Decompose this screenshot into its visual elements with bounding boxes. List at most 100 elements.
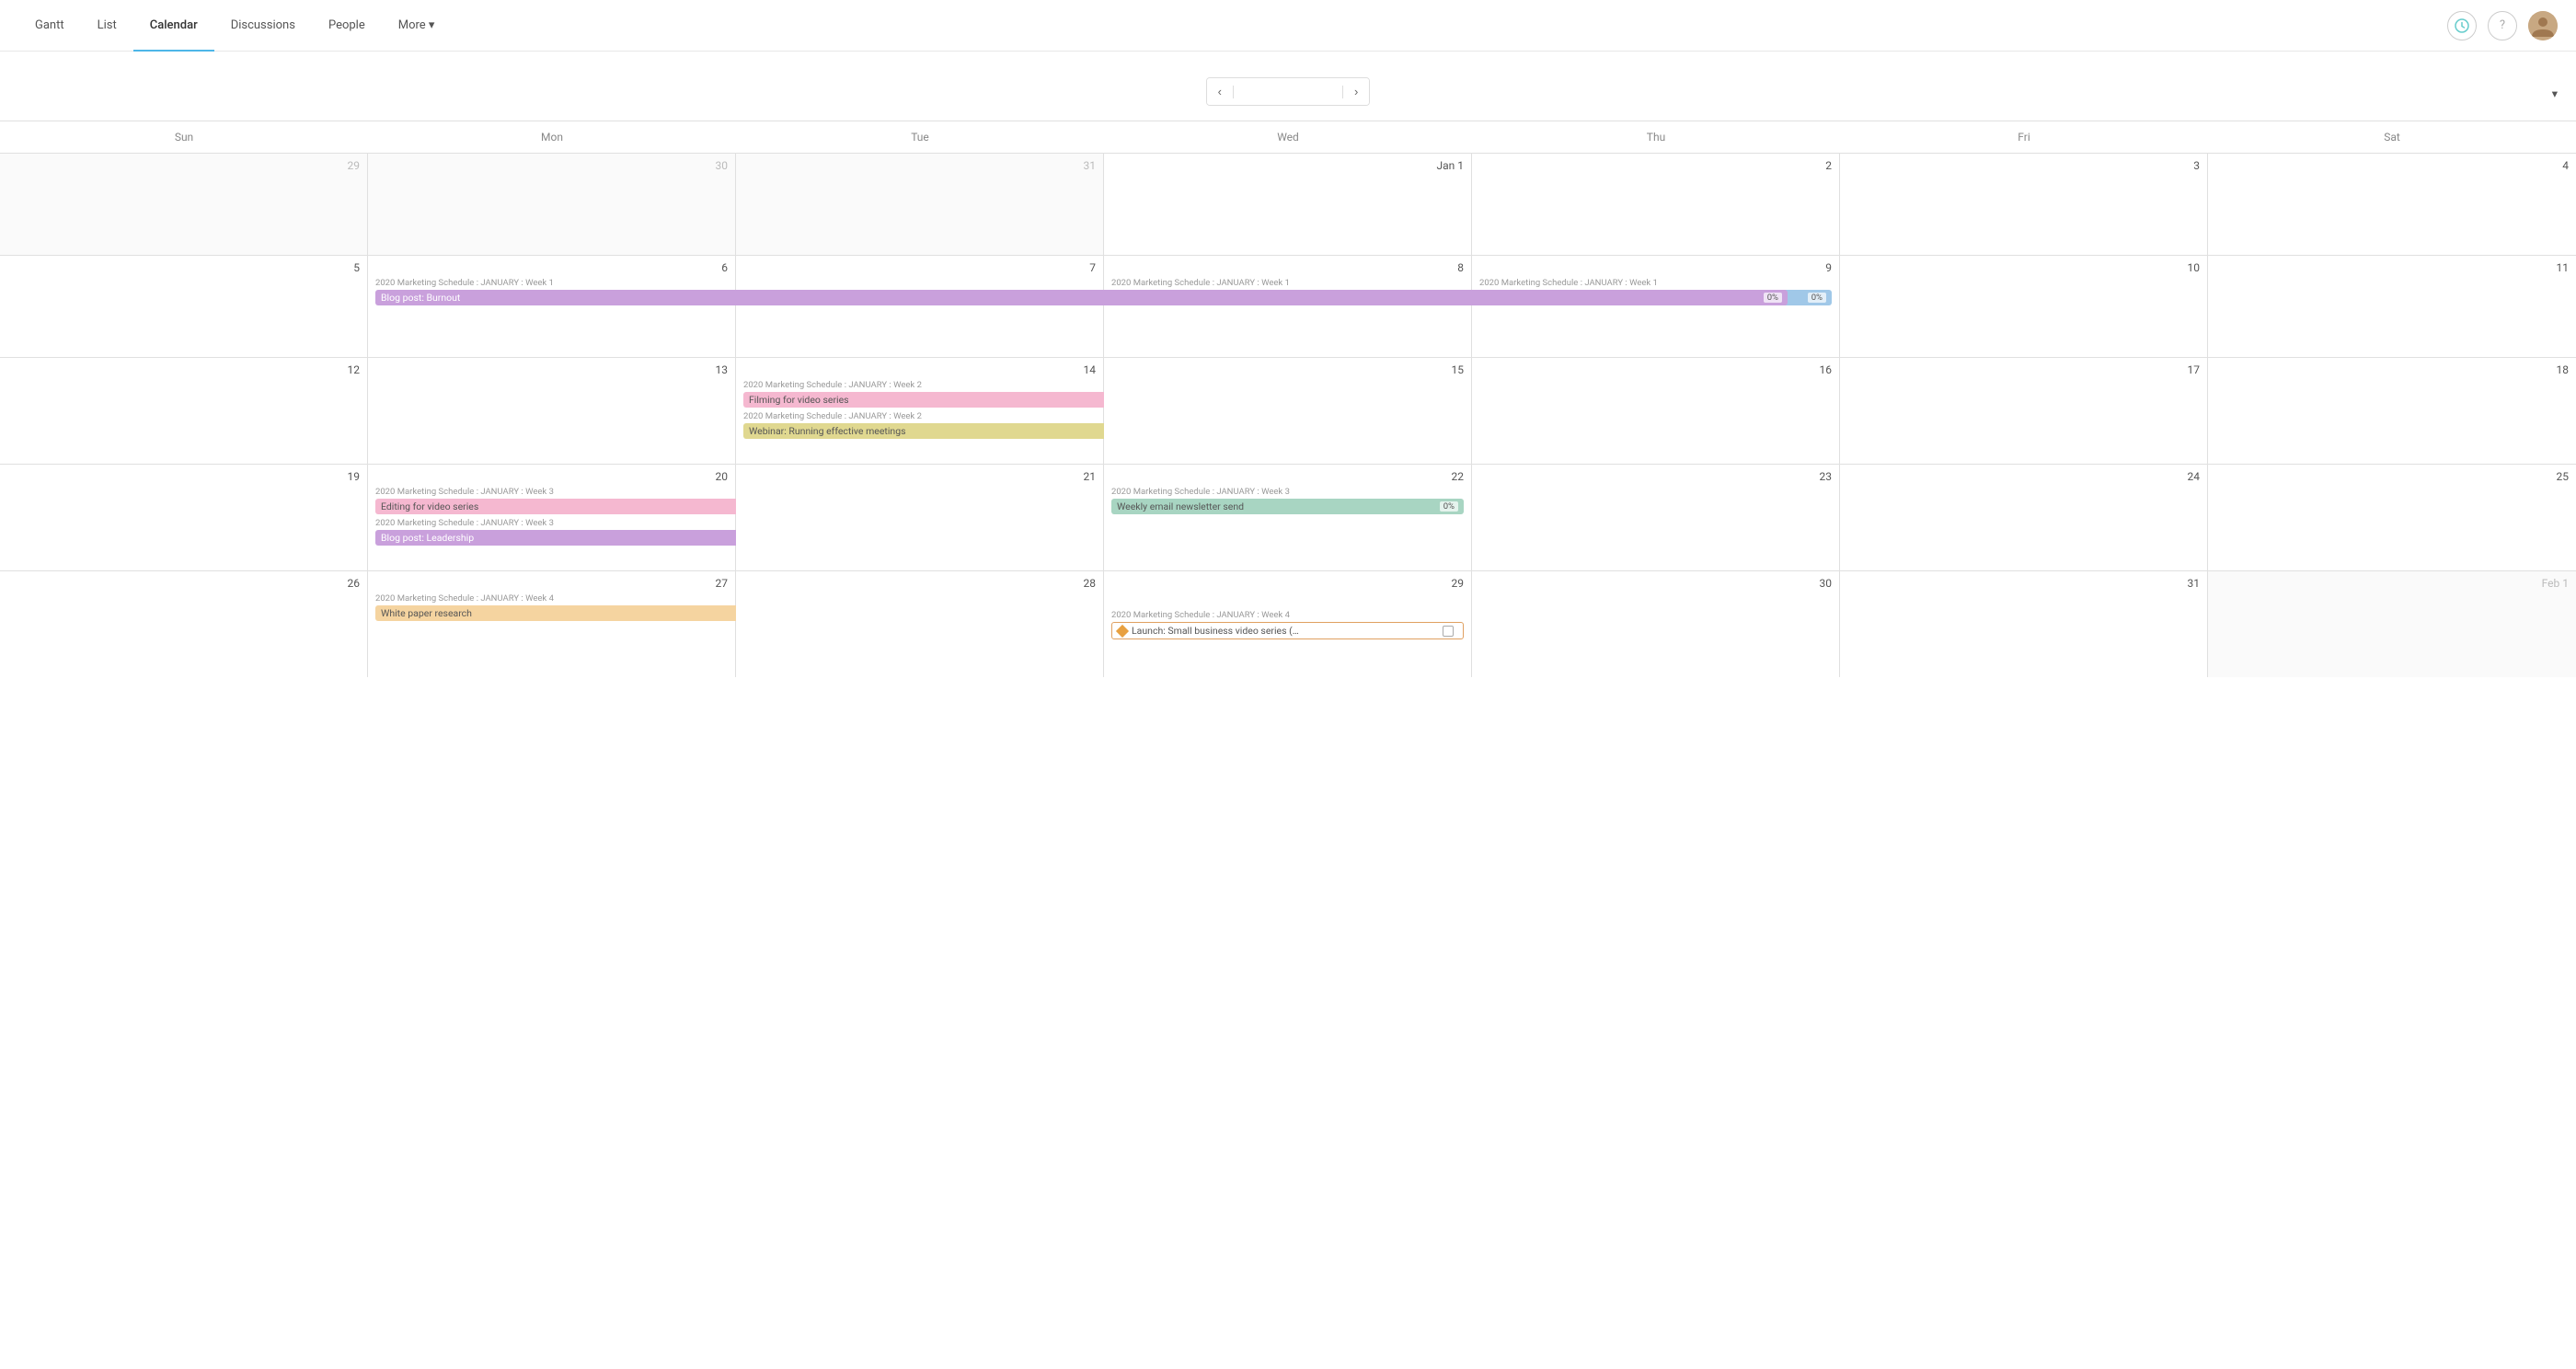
cal-cell[interactable]: 25	[2208, 465, 2576, 570]
cal-cell[interactable]: 12	[0, 358, 368, 464]
event-group-label: 2020 Marketing Schedule : JANUARY : Week…	[375, 278, 728, 288]
cal-cell[interactable]: 24	[1840, 465, 2208, 570]
month-label	[1233, 86, 1343, 98]
clock-icon[interactable]	[2447, 11, 2477, 40]
day-number: 22	[1111, 470, 1464, 483]
cal-cell[interactable]: 13	[368, 358, 736, 464]
cal-cell[interactable]: Jan 1	[1104, 154, 1472, 255]
cal-cell[interactable]: 9 2020 Marketing Schedule : JANUARY : We…	[1472, 256, 1840, 357]
nav-right: ?	[2447, 11, 2558, 40]
day-number: 19	[7, 470, 360, 483]
event-percent: 0%	[1440, 501, 1458, 512]
cal-cell[interactable]: 17	[1840, 358, 2208, 464]
filter-button[interactable]: ▾	[2548, 72, 2558, 101]
cal-cell[interactable]: 4	[2208, 154, 2576, 255]
nav-gantt[interactable]: Gantt	[18, 0, 81, 52]
cal-cell[interactable]: 26	[0, 571, 368, 677]
nav-list[interactable]: List	[81, 0, 133, 52]
nav-discussions[interactable]: Discussions	[214, 0, 312, 52]
day-number: 23	[1479, 470, 1832, 483]
week-row-3: 12 13 14 2020 Marketing Schedule : JANUA…	[0, 358, 2576, 465]
cal-cell[interactable]: 16	[1472, 358, 1840, 464]
month-navigator: ‹ ›	[1206, 77, 1371, 106]
cal-cell[interactable]: 30	[368, 154, 736, 255]
day-number: 6	[375, 261, 728, 274]
day-number: 9	[1479, 261, 1832, 274]
cal-cell[interactable]: 2	[1472, 154, 1840, 255]
cal-cell[interactable]: 19	[0, 465, 368, 570]
event-group-label: 2020 Marketing Schedule : JANUARY : Week…	[375, 487, 728, 497]
cal-cell[interactable]: 10	[1840, 256, 2208, 357]
event-percent: 0%	[1808, 293, 1826, 303]
main-nav: Gantt List Calendar Discussions People M…	[0, 0, 2576, 52]
cal-cell[interactable]: 28	[736, 571, 1104, 677]
day-number: 10	[1847, 261, 2200, 274]
day-number: 13	[375, 363, 728, 376]
nav-more[interactable]: More ▾	[382, 0, 452, 52]
cal-cell[interactable]: 11	[2208, 256, 2576, 357]
nav-people[interactable]: People	[312, 0, 382, 52]
event-group-label: 2020 Marketing Schedule : JANUARY : Week…	[375, 518, 728, 528]
user-avatar[interactable]	[2528, 11, 2558, 40]
calendar-header: Sun Mon Tue Wed Thu Fri Sat	[0, 121, 2576, 154]
calendar-toolbar: ‹ › ▾	[0, 52, 2576, 121]
cal-cell[interactable]: 22 2020 Marketing Schedule : JANUARY : W…	[1104, 465, 1472, 570]
day-number: 18	[2215, 363, 2569, 376]
cal-cell[interactable]: Feb 1	[2208, 571, 2576, 677]
cal-cell[interactable]: 7	[736, 256, 1104, 357]
event-bar[interactable]: Blog post: Burnout 0%	[375, 290, 1788, 305]
week-row-2: 5 6 2020 Marketing Schedule : JANUARY : …	[0, 256, 2576, 358]
cal-cell[interactable]: 29	[0, 154, 368, 255]
day-number: 4	[2215, 159, 2569, 172]
day-number: Jan 1	[1111, 159, 1464, 172]
day-number: 12	[7, 363, 360, 376]
event-title: Blog post: Leadership	[381, 532, 474, 544]
day-number: 20	[375, 470, 728, 483]
cal-cell[interactable]: 5	[0, 256, 368, 357]
cal-cell[interactable]: 23	[1472, 465, 1840, 570]
event-bar[interactable]: Weekly email newsletter send 0%	[1111, 499, 1464, 514]
day-number: 31	[743, 159, 1096, 172]
week-row-4: 19 20 2020 Marketing Schedule : JANUARY …	[0, 465, 2576, 571]
event-bar[interactable]: Launch: Small business video series (…	[1111, 622, 1464, 639]
cal-cell[interactable]: 31	[1840, 571, 2208, 677]
cal-cell[interactable]: 20 2020 Marketing Schedule : JANUARY : W…	[368, 465, 736, 570]
day-number: 21	[743, 470, 1096, 483]
cal-cell[interactable]: 31	[736, 154, 1104, 255]
cal-cell[interactable]: 29 2020 Marketing Schedule : JANUARY : W…	[1104, 571, 1472, 677]
header-mon: Mon	[368, 121, 736, 153]
header-wed: Wed	[1104, 121, 1472, 153]
cal-cell[interactable]: 14 2020 Marketing Schedule : JANUARY : W…	[736, 358, 1104, 464]
event-title: Editing for video series	[381, 500, 478, 512]
day-number: 26	[7, 577, 360, 590]
checkbox-icon	[1443, 626, 1454, 637]
event-group-label: 2020 Marketing Schedule : JANUARY : Week…	[1111, 487, 1464, 497]
help-icon[interactable]: ?	[2488, 11, 2517, 40]
nav-calendar[interactable]: Calendar	[133, 0, 214, 52]
cal-cell[interactable]: 21	[736, 465, 1104, 570]
day-number: 27	[375, 577, 728, 590]
cal-cell[interactable]: 6 2020 Marketing Schedule : JANUARY : We…	[368, 256, 736, 357]
filter-dropdown-icon: ▾	[2552, 86, 2558, 101]
cal-cell[interactable]: 8 2020 Marketing Schedule : JANUARY : We…	[1104, 256, 1472, 357]
event-title: Blog post: Burnout	[381, 292, 460, 304]
event-group-label: 2020 Marketing Schedule : JANUARY : Week…	[375, 593, 728, 604]
day-number: 5	[7, 261, 360, 274]
day-number: 28	[743, 577, 1096, 590]
event-title: Weekly email newsletter send	[1117, 500, 1244, 512]
day-number: 14	[743, 363, 1096, 376]
cal-cell[interactable]: 30	[1472, 571, 1840, 677]
cal-cell[interactable]: 18	[2208, 358, 2576, 464]
day-number: 16	[1479, 363, 1832, 376]
cal-cell[interactable]: 27 2020 Marketing Schedule : JANUARY : W…	[368, 571, 736, 677]
next-month-button[interactable]: ›	[1343, 78, 1369, 105]
cal-cell[interactable]: 3	[1840, 154, 2208, 255]
prev-month-button[interactable]: ‹	[1207, 78, 1233, 105]
event-title: White paper research	[381, 607, 472, 619]
day-number: 30	[1479, 577, 1832, 590]
cal-cell[interactable]: 15	[1104, 358, 1472, 464]
event-percent: 0%	[1764, 293, 1782, 303]
day-number: 25	[2215, 470, 2569, 483]
day-number: 11	[2215, 261, 2569, 274]
header-sat: Sat	[2208, 121, 2576, 153]
